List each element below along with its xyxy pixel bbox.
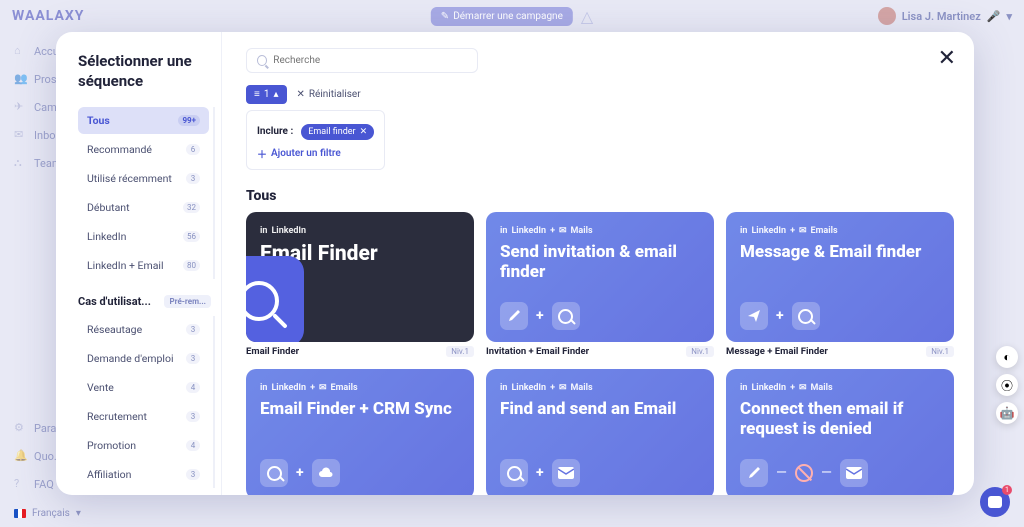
close-icon[interactable]: ✕: [938, 46, 956, 71]
filter-include-box: Inclure : Email finder✕ ＋Ajouter un filt…: [246, 110, 385, 170]
card-title: Send invitation & email finder: [500, 242, 700, 283]
search-icon: [792, 302, 820, 330]
close-icon: ✕: [297, 89, 305, 100]
category-item[interactable]: Débutant32: [78, 194, 209, 221]
usecase-badge: Pré-rem...: [164, 295, 211, 308]
category-item[interactable]: Recommandé6: [78, 136, 209, 163]
fab-button[interactable]: ⦿: [996, 374, 1018, 396]
category-item[interactable]: Tous99+: [78, 107, 209, 134]
sequence-card[interactable]: inLinkedIn + ✉Mails Connect then email if…: [726, 369, 954, 495]
search-icon: [552, 302, 580, 330]
card-level: Niv.1: [686, 346, 714, 357]
usecase-item[interactable]: Affiliation3: [78, 461, 209, 488]
send-icon: [740, 302, 768, 330]
sidebar-item[interactable]: 👥Pros...: [8, 68, 48, 90]
card-sub-name: Invitation + Email Finder: [486, 346, 589, 357]
category-item[interactable]: LinkedIn + Email80: [78, 252, 209, 279]
search-input-wrap[interactable]: [246, 48, 478, 73]
sidebar-item[interactable]: ⌂Accu...: [8, 40, 48, 62]
search-icon: [257, 55, 267, 66]
sidebar-item[interactable]: ✉Inbo...: [8, 124, 48, 146]
search-input[interactable]: [273, 55, 467, 66]
usecase-item[interactable]: Demande d'emploi3: [78, 345, 209, 372]
close-icon[interactable]: ✕: [360, 127, 368, 137]
card-tags: inLinkedIn + ✉Mails: [500, 226, 700, 236]
mail-icon: [840, 459, 868, 487]
chevron-down-icon: ▾: [76, 508, 81, 519]
card-tags: inLinkedIn + ✉Mails: [740, 383, 940, 393]
card-title: Email Finder + CRM Sync: [260, 399, 460, 419]
sidebar-nav: ⌂Accu... 👥Pros... ✈Camp... ✉Inbo... ⛬Tea…: [0, 32, 56, 527]
fab-button[interactable]: 🤖: [996, 402, 1018, 424]
mic-icon: 🎤: [987, 10, 1001, 23]
filter-include-label: Inclure :: [257, 126, 293, 137]
filter-tag[interactable]: Email finder✕: [301, 124, 374, 140]
search-icon: [260, 459, 288, 487]
reset-filters-button[interactable]: ✕Réinitialiser: [297, 89, 361, 100]
usecase-header: Cas d'utilisat...: [78, 295, 151, 308]
add-filter-button[interactable]: ＋Ajouter un filtre: [257, 146, 374, 161]
card-sub-name: Message + Email Finder: [726, 346, 828, 357]
card-title: Connect then email if request is denied: [740, 399, 940, 440]
modal-title: Sélectionner une séquence: [78, 52, 211, 91]
filter-count-chip[interactable]: ≡1▴: [246, 85, 287, 104]
usecase-item[interactable]: Vente4: [78, 374, 209, 401]
start-campaign-button[interactable]: ✎Démarrer une campagne: [431, 7, 573, 26]
sidebar-item[interactable]: ✈Camp...: [8, 96, 48, 118]
section-title: Tous: [246, 188, 950, 204]
sequence-card[interactable]: inLinkedInEmail Finder: [246, 212, 474, 342]
deny-icon: [795, 464, 813, 482]
chevron-down-icon: ▾: [1006, 10, 1012, 23]
chevron-up-icon: ▴: [273, 89, 278, 100]
card-level: Niv.1: [926, 346, 954, 357]
modal-sidebar: Sélectionner une séquence Tous99+Recomma…: [56, 32, 222, 495]
sidebar-item-settings[interactable]: ⚙Para...: [8, 417, 48, 439]
mail-icon: [552, 459, 580, 487]
pen-icon: [740, 459, 768, 487]
card-tags: inLinkedIn + ✉Emails: [260, 383, 460, 393]
sequence-card[interactable]: inLinkedIn + ✉Emails Message & Email find…: [726, 212, 954, 342]
flag-icon: [14, 509, 26, 518]
user-menu[interactable]: Lisa J. Martinez 🎤 ▾: [878, 7, 1012, 25]
alerts-icon[interactable]: △: [581, 7, 593, 26]
sidebar-item[interactable]: ⛬Team...: [8, 152, 48, 174]
usecase-item[interactable]: Recrutement3: [78, 403, 209, 430]
language-selector[interactable]: Français ▾: [14, 508, 81, 519]
card-level: Niv.1: [446, 346, 474, 357]
avatar: [878, 7, 896, 25]
usecase-item[interactable]: Réseautage3: [78, 316, 209, 343]
card-title: Find and send an Email: [500, 399, 700, 419]
cloud-icon: [312, 459, 340, 487]
card-tags: inLinkedIn + ✉Emails: [740, 226, 940, 236]
sequence-card[interactable]: inLinkedIn + ✉Emails Email Finder + CRM S…: [246, 369, 474, 495]
sequence-selector-modal: Sélectionner une séquence Tous99+Recomma…: [56, 32, 974, 495]
sidebar-item-faq[interactable]: ?FAQ: [8, 473, 48, 495]
card-sub-name: Email Finder: [246, 346, 299, 357]
card-title: Message & Email finder: [740, 242, 940, 262]
magnify-icon: [246, 256, 304, 342]
sequence-card[interactable]: inLinkedIn + ✉Mails Find and send an Emai…: [486, 369, 714, 495]
app-logo: WAALAXY: [12, 8, 84, 24]
fab-button[interactable]: ◐: [996, 346, 1018, 368]
category-item[interactable]: Utilisé récemment3: [78, 165, 209, 192]
sequence-card[interactable]: inLinkedIn + ✉Mails Send invitation & ema…: [486, 212, 714, 342]
chat-fab[interactable]: 1: [980, 487, 1010, 517]
chat-badge: 1: [1002, 485, 1012, 495]
sidebar-item-notif[interactable]: 🔔Quo...: [8, 445, 48, 467]
search-icon: [500, 459, 528, 487]
card-tags: inLinkedIn: [260, 226, 460, 236]
card-tags: inLinkedIn + ✉Mails: [500, 383, 700, 393]
category-item[interactable]: LinkedIn56: [78, 223, 209, 250]
usecase-item[interactable]: Promotion4: [78, 432, 209, 459]
pen-icon: [500, 302, 528, 330]
